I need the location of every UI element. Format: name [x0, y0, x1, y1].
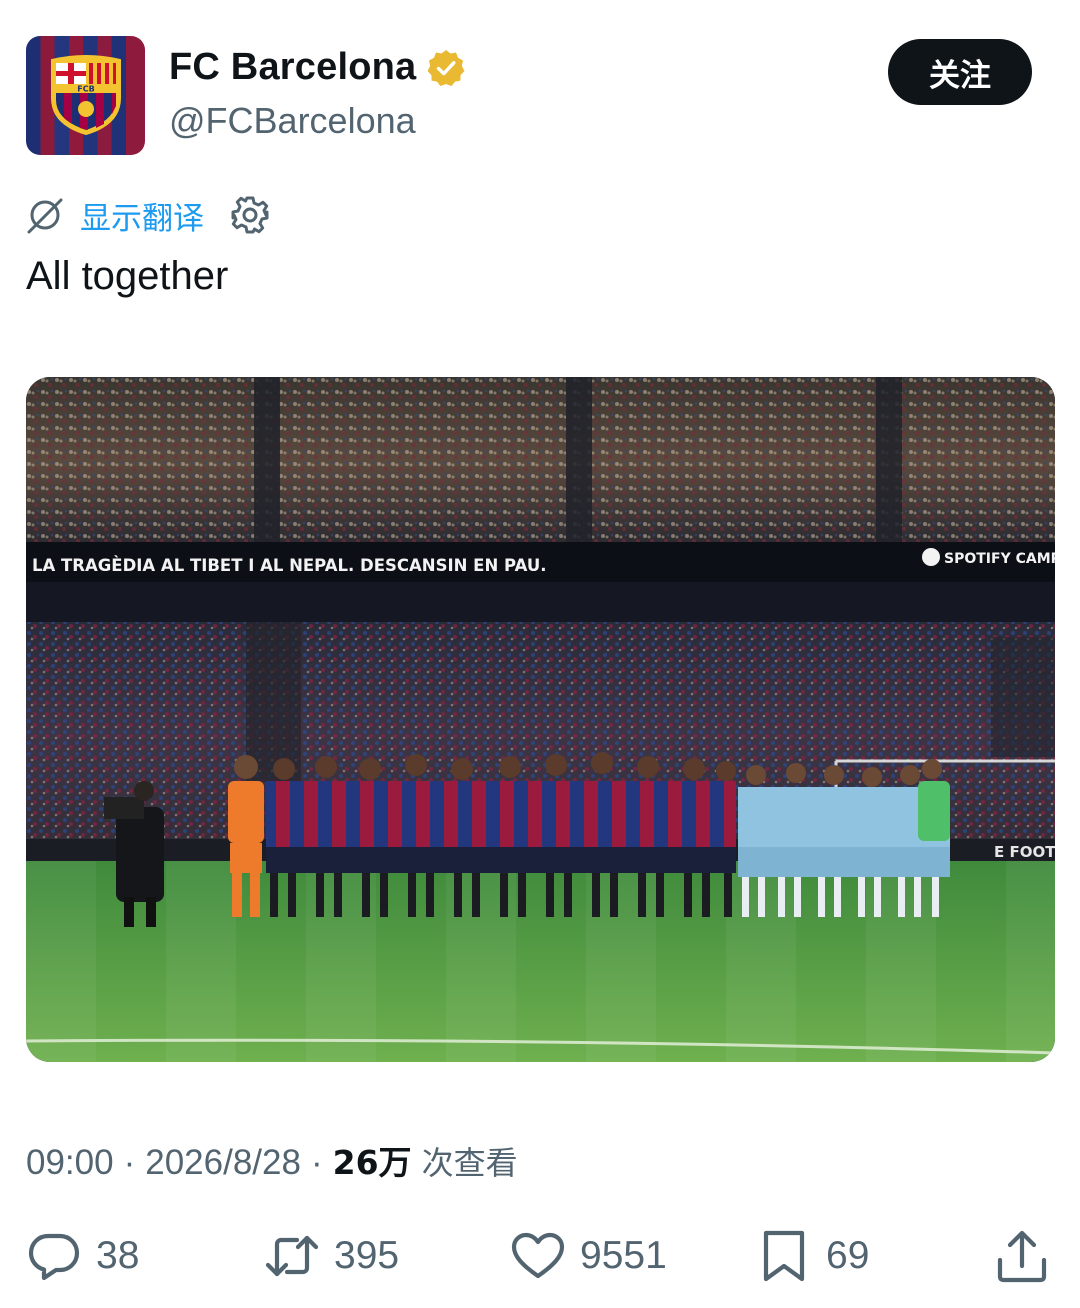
bookmark-icon	[763, 1230, 805, 1282]
fcb-crest-logo: FCB	[51, 55, 121, 136]
translate-globe-icon	[27, 198, 63, 234]
gear-icon[interactable]	[230, 195, 270, 235]
meta-separator: ·	[123, 1143, 136, 1182]
tweet-header: FCB FC Barcelona @FCBarcelona 关注	[26, 36, 1032, 156]
display-name[interactable]: FC Barcelona	[169, 46, 416, 89]
share-button[interactable]	[994, 1224, 1050, 1288]
views-label: 次查看	[421, 1144, 518, 1182]
retweet-button[interactable]: 395	[264, 1224, 399, 1288]
meta-separator: ·	[310, 1143, 323, 1182]
bookmark-count: 69	[826, 1234, 870, 1277]
avatar[interactable]: FCB	[26, 36, 145, 155]
follow-button[interactable]: 关注	[888, 39, 1032, 105]
reply-button[interactable]: 38	[26, 1224, 139, 1288]
translate-row: 显示翻译	[26, 193, 270, 237]
board-text: E FOOT	[994, 843, 1055, 861]
reply-count: 38	[96, 1234, 140, 1277]
tweet-photo[interactable]: LA TRAGÈDIA AL TIBET I AL NEPAL. DESCANS…	[26, 377, 1055, 1062]
tweet-date[interactable]: 2026/8/28	[145, 1143, 301, 1183]
name-row: FC Barcelona	[169, 46, 466, 89]
tweet-time[interactable]: 09:00	[26, 1143, 114, 1183]
share-icon	[997, 1230, 1047, 1283]
banner-text: LA TRAGÈDIA AL TIBET I AL NEPAL. DESCANS…	[32, 556, 547, 575]
tweet-meta: 09:00 · 2026/8/28 · 26万 次查看	[26, 1136, 518, 1184]
spotify-logo-icon	[922, 548, 940, 566]
show-translation-link[interactable]: 显示翻译	[80, 193, 204, 238]
like-count: 9551	[580, 1234, 667, 1277]
like-button[interactable]: 9551	[510, 1224, 667, 1288]
views-count[interactable]: 26万	[333, 1136, 412, 1184]
sponsor-text: SPOTIFY CAMP	[944, 551, 1055, 567]
stadium-photo: LA TRAGÈDIA AL TIBET I AL NEPAL. DESCANS…	[26, 377, 1055, 1062]
reply-icon	[28, 1233, 80, 1281]
heart-icon	[511, 1232, 565, 1279]
action-bar: 38 395 9551 69	[26, 1224, 1050, 1288]
retweet-icon	[265, 1235, 319, 1277]
retweet-count: 395	[334, 1234, 400, 1277]
bookmark-button[interactable]: 69	[756, 1224, 869, 1288]
crest-letters: FCB	[77, 85, 94, 94]
tweet-text: All together	[26, 254, 229, 298]
account-handle[interactable]: @FCBarcelona	[169, 100, 416, 142]
verified-badge-icon[interactable]	[426, 48, 466, 88]
